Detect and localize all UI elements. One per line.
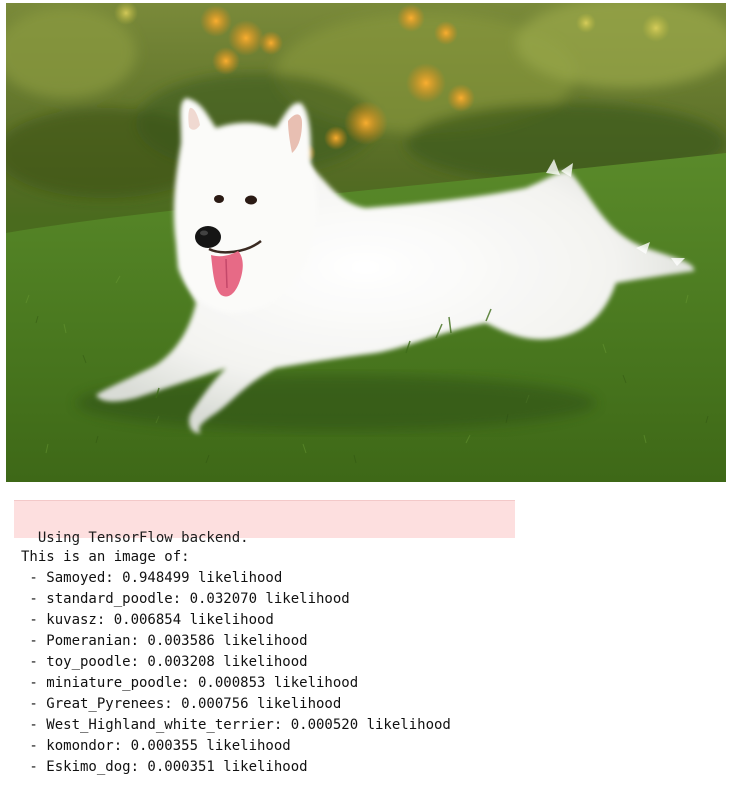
prediction-line: - miniature_poodle: 0.000853 likelihood: [21, 675, 359, 691]
stderr-output: Using TensorFlow backend.: [14, 500, 515, 546]
prediction-line: - Eskimo_dog: 0.000351 likelihood: [21, 759, 308, 775]
prediction-line: - kuvasz: 0.006854 likelihood: [21, 612, 274, 628]
prediction-line: - Great_Pyrenees: 0.000756 likelihood: [21, 696, 342, 712]
prediction-output: This is an image of: - Samoyed: 0.948499…: [21, 547, 451, 778]
prediction-line: - komondor: 0.000355 likelihood: [21, 738, 291, 754]
output-header: This is an image of:: [21, 549, 190, 565]
prediction-line: - Samoyed: 0.948499 likelihood: [21, 570, 283, 586]
prediction-line: - toy_poodle: 0.003208 likelihood: [21, 654, 308, 670]
prediction-line: - Pomeranian: 0.003586 likelihood: [21, 633, 308, 649]
prediction-line: - West_Highland_white_terrier: 0.000520 …: [21, 717, 451, 733]
dog-photo: [6, 3, 726, 482]
stderr-text: Using TensorFlow backend.: [37, 530, 249, 546]
prediction-line: - standard_poodle: 0.032070 likelihood: [21, 591, 350, 607]
dog-photo-svg: [6, 3, 726, 482]
